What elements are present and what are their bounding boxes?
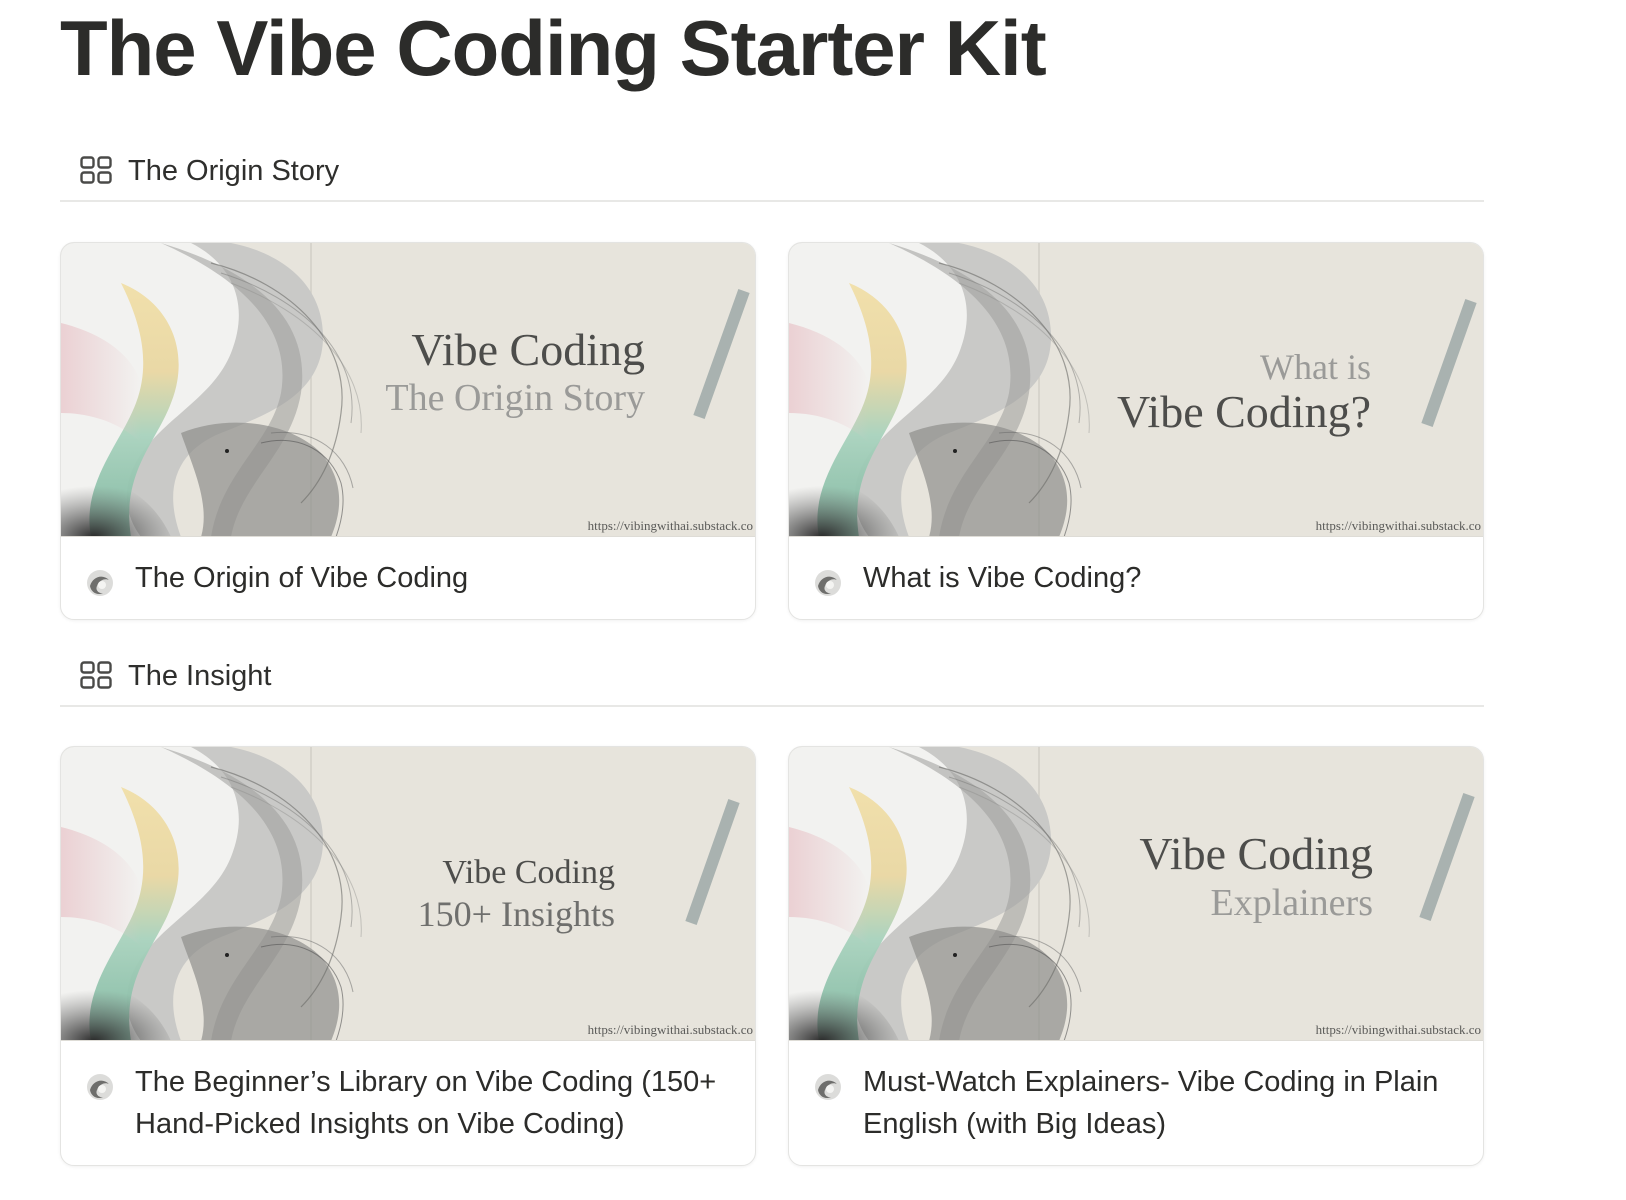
section-label: The Insight	[128, 660, 272, 692]
cover-url: https://vibingwithai.substack.co	[587, 518, 753, 533]
cover-title: What is Vibe Coding?	[1117, 347, 1371, 437]
cover-url: https://vibingwithai.substack.co	[1315, 518, 1481, 533]
cover-title-line-2: The Origin Story	[385, 377, 645, 419]
cover-title-line-1: Vibe Coding	[442, 854, 615, 891]
page-thumbnail-icon	[815, 1074, 841, 1100]
section-label: The Origin Story	[128, 155, 340, 187]
page-thumbnail-icon	[87, 570, 113, 596]
card-caption: What is Vibe Coding?	[789, 537, 1483, 619]
cover-url: https://vibingwithai.substack.co	[587, 1022, 753, 1037]
card-caption: The Beginner’s Library on Vibe Coding (1…	[61, 1041, 755, 1165]
cover-title-line-1: What is	[1260, 347, 1371, 387]
card-caption: The Origin of Vibe Coding	[61, 537, 755, 619]
card-title: Must-Watch Explainers- Vibe Coding in Pl…	[863, 1066, 1439, 1140]
page-title: The Vibe Coding Starter Kit	[60, 4, 1047, 92]
cover-title-line-2: Vibe Coding?	[1116, 386, 1371, 437]
card-title: The Origin of Vibe Coding	[135, 562, 469, 594]
page-thumbnail-icon	[87, 1074, 113, 1100]
gallery-card-origin-of-vibe-coding[interactable]: Vibe Coding The Origin Story https://vib…	[60, 242, 756, 620]
card-title: The Beginner’s Library on Vibe Coding (1…	[135, 1066, 717, 1140]
abstract-swirl-artwork	[61, 747, 755, 1040]
cover-title-line-2: Explainers	[1210, 882, 1373, 924]
gallery-card-what-is-vibe-coding[interactable]: What is Vibe Coding? https://vibingwitha…	[788, 242, 1484, 620]
cover-title-line-1: Vibe Coding	[1139, 828, 1373, 879]
section-header-origin-story[interactable]: The Origin Story	[60, 140, 1484, 202]
card-cover-image: Vibe Coding 150+ Insights https://vibing…	[61, 747, 755, 1041]
cover-title-line-2: 150+ Insights	[417, 894, 615, 934]
gallery-grid-icon	[80, 156, 112, 184]
card-cover-image: Vibe Coding The Origin Story https://vib…	[61, 243, 755, 537]
section-header-the-insight[interactable]: The Insight	[60, 645, 1484, 707]
cover-title: Vibe Coding Explainers	[1139, 829, 1373, 927]
cover-title-line-1: Vibe Coding	[411, 324, 645, 375]
cover-url: https://vibingwithai.substack.co	[1315, 1022, 1481, 1037]
gallery-grid-icon	[80, 661, 112, 689]
page-thumbnail-icon	[815, 570, 841, 596]
card-caption: Must-Watch Explainers- Vibe Coding in Pl…	[789, 1041, 1483, 1165]
cover-title: Vibe Coding 150+ Insights	[418, 853, 615, 935]
card-cover-image: Vibe Coding Explainers https://vibingwit…	[789, 747, 1483, 1041]
gallery-card-must-watch-explainers[interactable]: Vibe Coding Explainers https://vibingwit…	[788, 746, 1484, 1166]
card-cover-image: What is Vibe Coding? https://vibingwitha…	[789, 243, 1483, 537]
gallery-card-beginners-library[interactable]: Vibe Coding 150+ Insights https://vibing…	[60, 746, 756, 1166]
cover-title: Vibe Coding The Origin Story	[385, 325, 645, 421]
card-title: What is Vibe Coding?	[863, 562, 1142, 594]
abstract-swirl-artwork	[789, 747, 1483, 1040]
